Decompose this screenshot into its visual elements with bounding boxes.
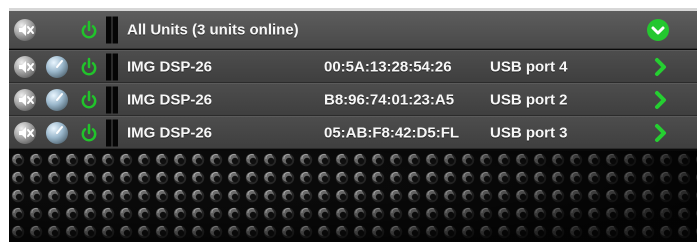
device-control-screen: All Units (3 units online) IMG DSP-26 00… xyxy=(0,0,697,242)
level-meter-icon xyxy=(106,86,118,113)
unit-name: IMG DSP-26 xyxy=(127,91,213,108)
level-meter-icon xyxy=(106,119,118,146)
speaker-grille-background xyxy=(9,151,697,242)
chevron-down-icon[interactable] xyxy=(646,18,670,42)
knob-icon[interactable] xyxy=(45,121,69,145)
speaker-mute-icon[interactable] xyxy=(13,55,37,79)
unit-list-panel: All Units (3 units online) IMG DSP-26 00… xyxy=(9,11,697,242)
level-meter-icon xyxy=(106,53,118,80)
power-icon[interactable] xyxy=(79,20,99,40)
power-icon[interactable] xyxy=(79,57,99,77)
unit-connection: USB port 4 xyxy=(490,58,568,75)
level-meter-icon xyxy=(106,16,118,43)
speaker-mute-icon[interactable] xyxy=(13,88,37,112)
unit-row-2[interactable]: IMG DSP-26 B8:96:74:01:23:A5 USB port 2 xyxy=(9,83,697,116)
chevron-right-icon[interactable] xyxy=(651,90,671,110)
speaker-grille-pattern xyxy=(9,151,697,242)
unit-connection: USB port 2 xyxy=(490,91,568,108)
unit-mac-address: B8:96:74:01:23:A5 xyxy=(324,91,455,108)
unit-name: IMG DSP-26 xyxy=(127,124,213,141)
power-icon[interactable] xyxy=(79,123,99,143)
all-units-label: All Units (3 units online) xyxy=(127,21,299,38)
unit-row-3[interactable]: IMG DSP-26 05:AB:F8:42:D5:FL USB port 3 xyxy=(9,116,697,149)
speaker-mute-icon[interactable] xyxy=(13,18,37,42)
unit-row-1[interactable]: IMG DSP-26 00:5A:13:28:54:26 USB port 4 xyxy=(9,50,697,83)
unit-connection: USB port 3 xyxy=(490,124,568,141)
power-icon[interactable] xyxy=(79,90,99,110)
knob-icon[interactable] xyxy=(45,88,69,112)
knob-icon[interactable] xyxy=(45,55,69,79)
speaker-mute-icon[interactable] xyxy=(13,121,37,145)
unit-mac-address: 00:5A:13:28:54:26 xyxy=(324,58,452,75)
all-units-row[interactable]: All Units (3 units online) xyxy=(9,11,697,49)
unit-mac-address: 05:AB:F8:42:D5:FL xyxy=(324,124,460,141)
unit-name: IMG DSP-26 xyxy=(127,58,213,75)
chevron-right-icon[interactable] xyxy=(651,123,671,143)
chevron-right-icon[interactable] xyxy=(651,57,671,77)
